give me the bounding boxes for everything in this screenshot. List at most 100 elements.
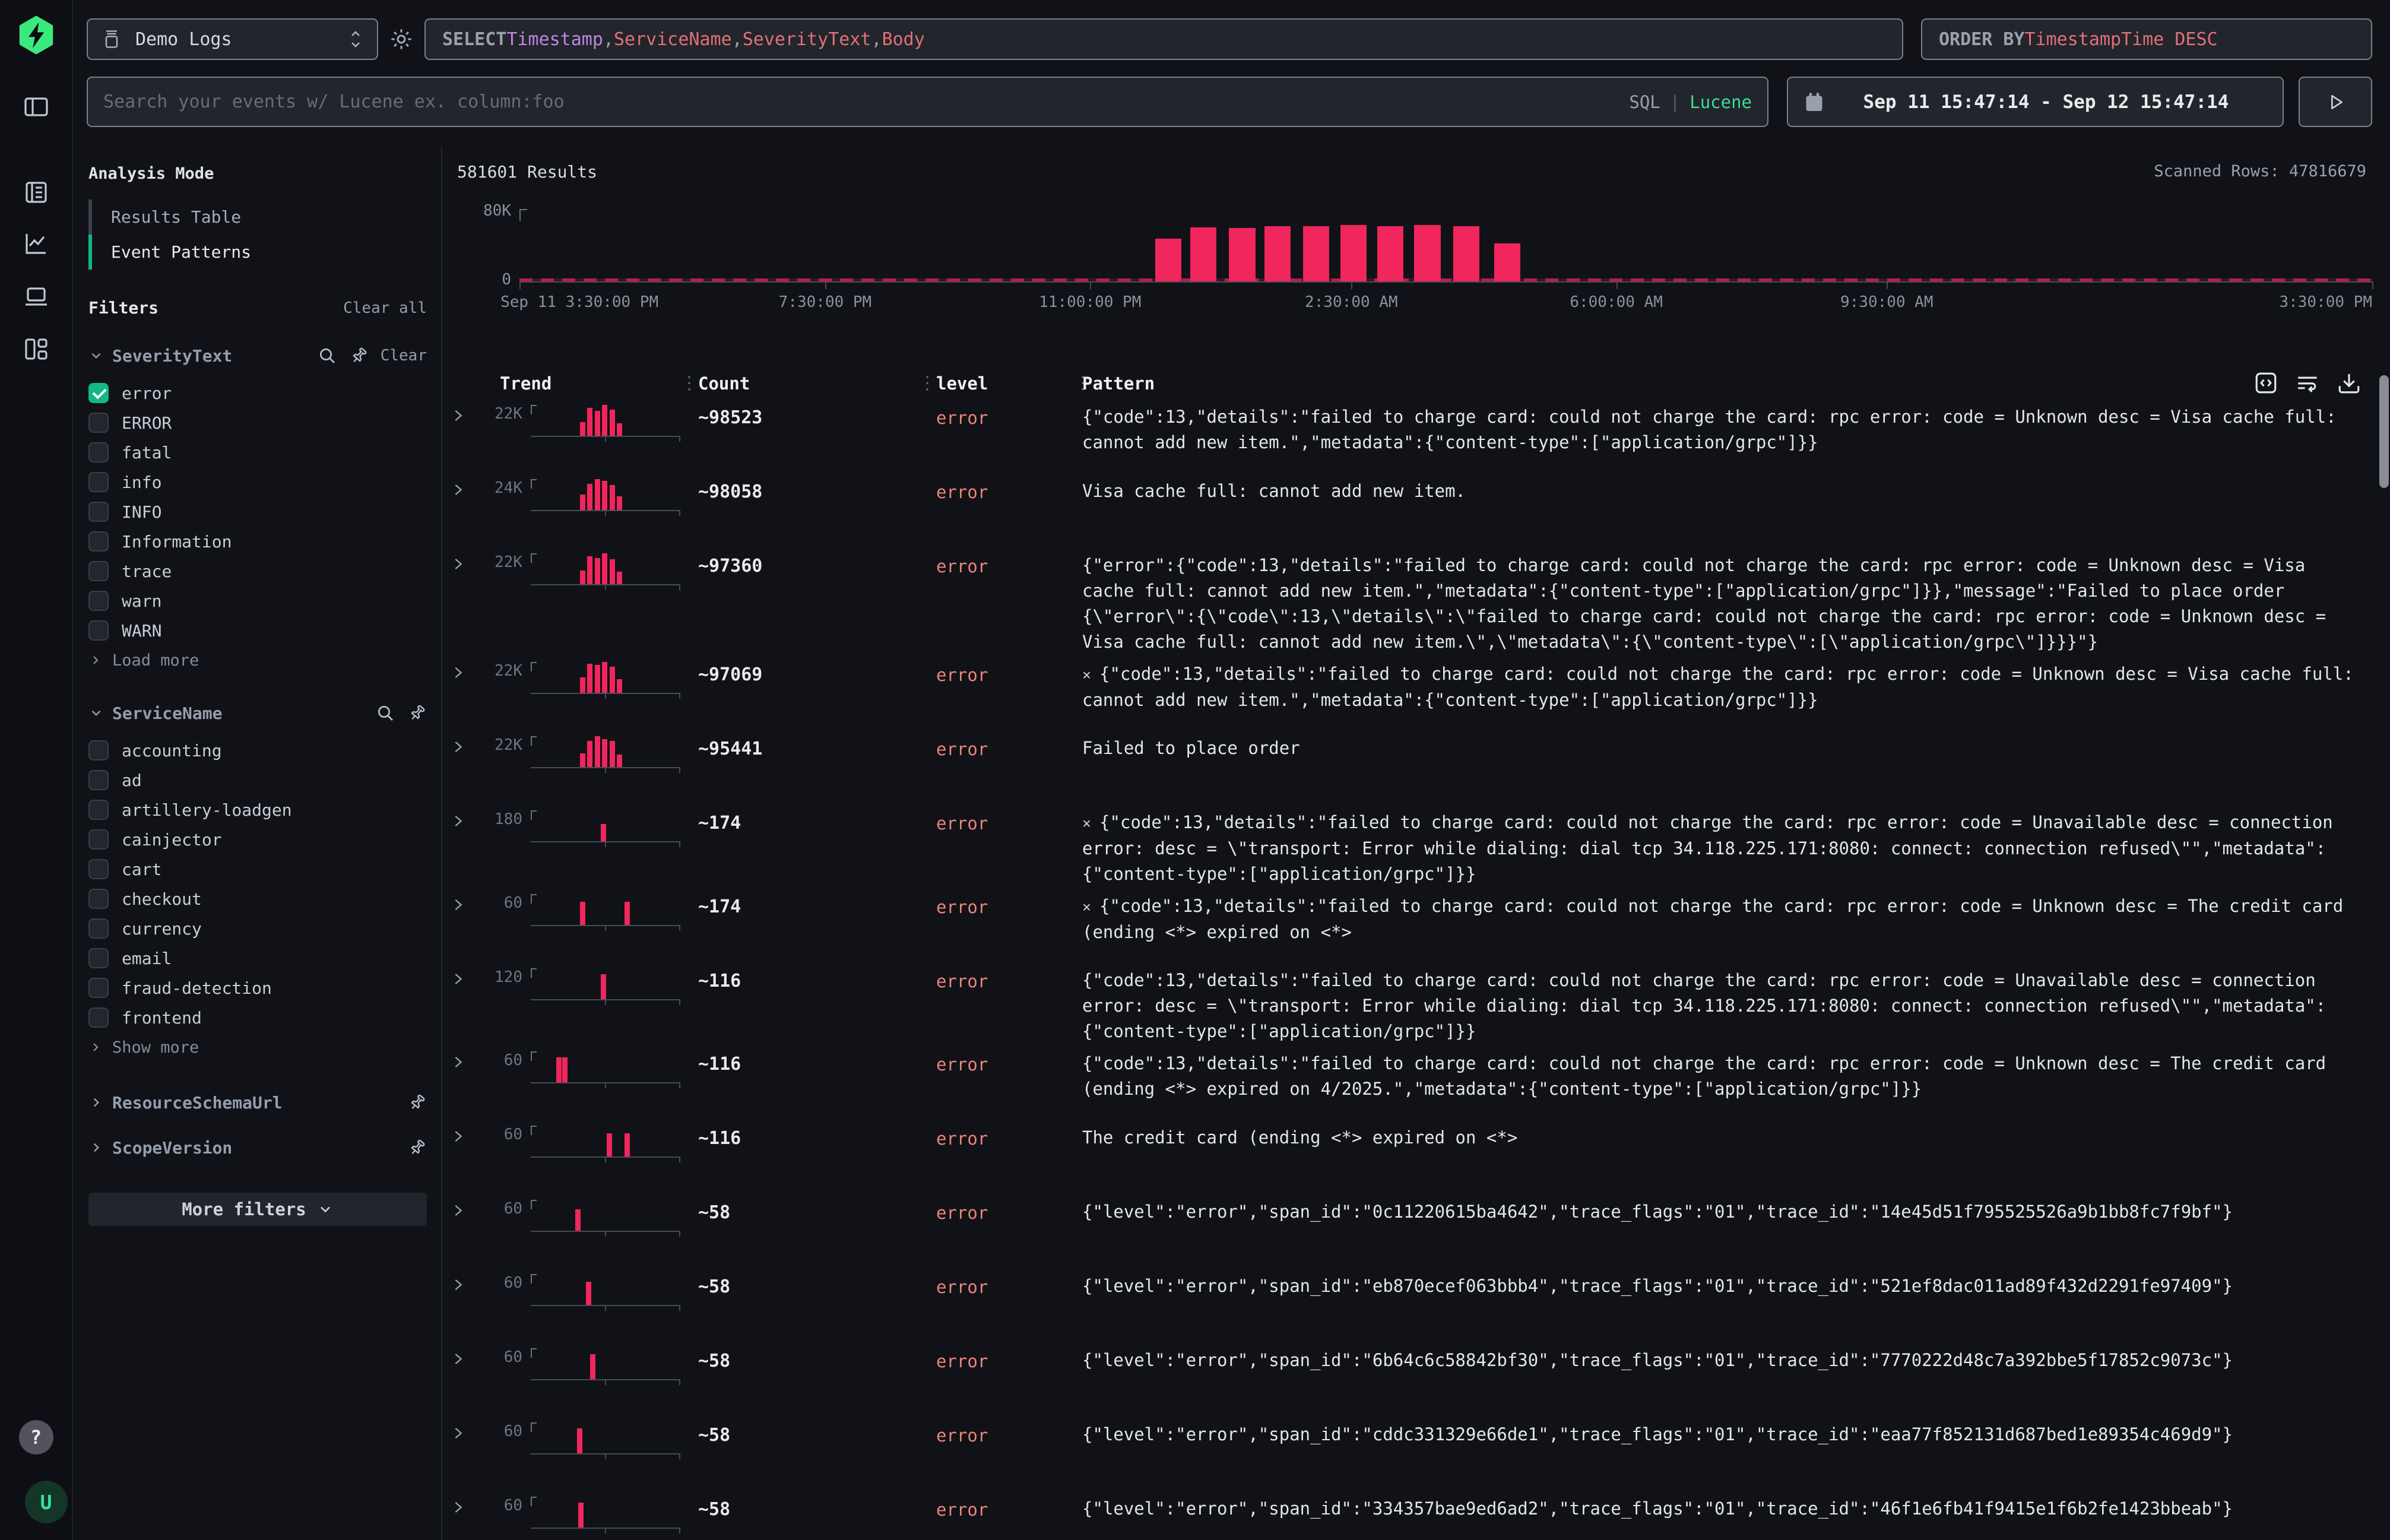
expand-row-icon[interactable]: [450, 1351, 467, 1367]
pattern-row[interactable]: 60 ~58 error ×{"level":"error","span_id"…: [450, 1490, 2390, 1540]
pattern-row[interactable]: 60 ~58 error ×{"level":"error","span_id"…: [450, 1415, 2390, 1490]
histogram-bar[interactable]: [1229, 228, 1255, 281]
pattern-row[interactable]: 60 ~116 error ×The credit card (ending <…: [450, 1118, 2390, 1193]
search-input[interactable]: [103, 91, 1617, 112]
help-button[interactable]: ?: [19, 1420, 53, 1455]
download-icon[interactable]: [2337, 370, 2362, 395]
expand-row-icon[interactable]: [450, 664, 467, 681]
filter-option-currency[interactable]: currency: [88, 914, 427, 943]
filter-option-trace[interactable]: trace: [88, 556, 427, 586]
checkbox[interactable]: [88, 591, 109, 611]
column-separator-icon[interactable]: ⋮: [680, 375, 689, 392]
expand-row-icon[interactable]: [450, 971, 467, 987]
search-logs-icon[interactable]: [22, 178, 50, 207]
checkbox[interactable]: [88, 829, 109, 850]
checkbox[interactable]: [88, 948, 109, 968]
pin-icon[interactable]: [404, 1089, 430, 1116]
pattern-cell[interactable]: ×{"level":"error","span_id":"6b64c6c5884…: [1082, 1346, 2390, 1415]
pattern-cell[interactable]: ×{"code":13,"details":"failed to charge …: [1082, 808, 2390, 887]
excluded-flag-icon[interactable]: ×: [1082, 815, 1091, 832]
column-separator-icon[interactable]: ⋮: [918, 375, 927, 392]
column-separator-icon[interactable]: ⋮: [1074, 375, 1082, 392]
column-header-count[interactable]: Count: [689, 373, 918, 394]
expand-row-icon[interactable]: [450, 739, 467, 755]
sql-mode-button[interactable]: SQL: [1629, 92, 1660, 112]
pattern-row[interactable]: 60 ~116 error ×{"code":13,"details":"fai…: [450, 1044, 2390, 1118]
histogram-bar[interactable]: [1377, 226, 1403, 281]
pattern-row[interactable]: 22K ~98523 error ×{"code":13,"details":"…: [450, 398, 2390, 472]
checkbox[interactable]: [88, 383, 109, 403]
excluded-flag-icon[interactable]: ×: [1082, 898, 1091, 915]
histogram-bar[interactable]: [1414, 225, 1440, 281]
pattern-row[interactable]: 22K ~97360 error ×{"error":{"code":13,"d…: [450, 546, 2390, 655]
column-header-level[interactable]: level: [927, 373, 1074, 394]
filter-option-error[interactable]: error: [88, 378, 427, 408]
filter-option-fatal[interactable]: fatal: [88, 438, 427, 467]
pattern-row[interactable]: 60 ~58 error ×{"level":"error","span_id"…: [450, 1341, 2390, 1415]
pattern-cell[interactable]: ×{"level":"error","span_id":"cddc331329e…: [1082, 1420, 2390, 1490]
checkbox[interactable]: [88, 561, 109, 581]
pattern-cell[interactable]: ×{"level":"error","span_id":"0c11220615b…: [1082, 1197, 2390, 1267]
orderby-clause-input[interactable]: ORDER BY TimestampTime DESC: [1921, 18, 2372, 60]
expand-row-icon[interactable]: [450, 896, 467, 913]
pattern-row[interactable]: 120 ~116 error ×{"code":13,"details":"fa…: [450, 961, 2390, 1044]
histogram-bar[interactable]: [1340, 225, 1367, 281]
expand-row-icon[interactable]: [450, 1054, 467, 1070]
analysis-mode-event-patterns[interactable]: Event Patterns: [88, 235, 427, 270]
filter-option-accounting[interactable]: accounting: [88, 736, 427, 765]
expand-row-icon[interactable]: [450, 1276, 467, 1293]
checkbox[interactable]: [88, 1007, 109, 1028]
filter-option-ERROR[interactable]: ERROR: [88, 408, 427, 438]
pattern-row[interactable]: 180 ~174 error ×{"code":13,"details":"fa…: [450, 803, 2390, 887]
pattern-row[interactable]: 60 ~58 error ×{"level":"error","span_id"…: [450, 1267, 2390, 1341]
pin-icon[interactable]: [404, 1134, 430, 1161]
expand-row-icon[interactable]: [450, 481, 467, 498]
show-more-button[interactable]: Show more: [88, 1032, 427, 1062]
chart-explorer-icon[interactable]: [22, 229, 50, 258]
search-icon[interactable]: [376, 704, 395, 723]
pattern-row[interactable]: 60 ~58 error ×{"level":"error","span_id"…: [450, 1193, 2390, 1267]
expand-row-icon[interactable]: [450, 813, 467, 829]
filter-group-resourceschemaurl[interactable]: ResourceSchemaUrl: [88, 1088, 427, 1117]
pattern-row[interactable]: 24K ~98058 error ×Visa cache full: canno…: [450, 472, 2390, 546]
histogram-bar[interactable]: [1303, 226, 1329, 281]
column-header-pattern[interactable]: Pattern: [1082, 373, 2390, 394]
histogram-bar[interactable]: [1264, 226, 1291, 281]
app-logo-icon[interactable]: [17, 15, 56, 55]
expand-row-icon[interactable]: [450, 556, 467, 572]
filter-option-email[interactable]: email: [88, 943, 427, 973]
pattern-cell[interactable]: ×{"level":"error","span_id":"334357bae9e…: [1082, 1494, 2390, 1540]
histogram-plot[interactable]: Sep 11 3:30:00 PM7:30:00 PM11:00:00 PM2:…: [519, 209, 2372, 283]
filter-option-ad[interactable]: ad: [88, 765, 427, 795]
lucene-mode-button[interactable]: Lucene: [1690, 92, 1752, 112]
expand-row-icon[interactable]: [450, 1128, 467, 1145]
filter-group-name[interactable]: SeverityText: [112, 346, 232, 366]
pin-icon[interactable]: [345, 342, 372, 369]
checkbox[interactable]: [88, 889, 109, 909]
filter-option-info[interactable]: info: [88, 467, 427, 497]
histogram-bar[interactable]: [1453, 226, 1479, 281]
histogram-bar[interactable]: [1494, 243, 1520, 281]
filter-option-Information[interactable]: Information: [88, 527, 427, 556]
filter-option-cainjector[interactable]: cainjector: [88, 825, 427, 854]
expand-row-icon[interactable]: [450, 1202, 467, 1219]
expand-row-icon[interactable]: [450, 407, 467, 424]
column-header-trend[interactable]: Trend: [477, 373, 680, 394]
user-avatar[interactable]: U: [25, 1481, 68, 1523]
checkbox[interactable]: [88, 620, 109, 641]
filter-group-scopeversion[interactable]: ScopeVersion: [88, 1133, 427, 1162]
source-select[interactable]: Demo Logs: [87, 18, 378, 60]
pattern-cell[interactable]: ×{"code":13,"details":"failed to charge …: [1082, 660, 2390, 729]
load-more-button[interactable]: Load more: [88, 645, 427, 675]
wrap-text-icon[interactable]: [2295, 370, 2320, 395]
sessions-icon[interactable]: [22, 283, 50, 311]
filter-option-frontend[interactable]: frontend: [88, 1003, 427, 1032]
checkbox[interactable]: [88, 770, 109, 790]
filter-option-WARN[interactable]: WARN: [88, 616, 427, 645]
view-source-icon[interactable]: [2253, 370, 2278, 395]
histogram-bar[interactable]: [1190, 227, 1216, 282]
expand-row-icon[interactable]: [450, 1499, 467, 1516]
chevron-down-icon[interactable]: [88, 348, 104, 363]
checkbox[interactable]: [88, 918, 109, 939]
filter-option-checkout[interactable]: checkout: [88, 884, 427, 914]
